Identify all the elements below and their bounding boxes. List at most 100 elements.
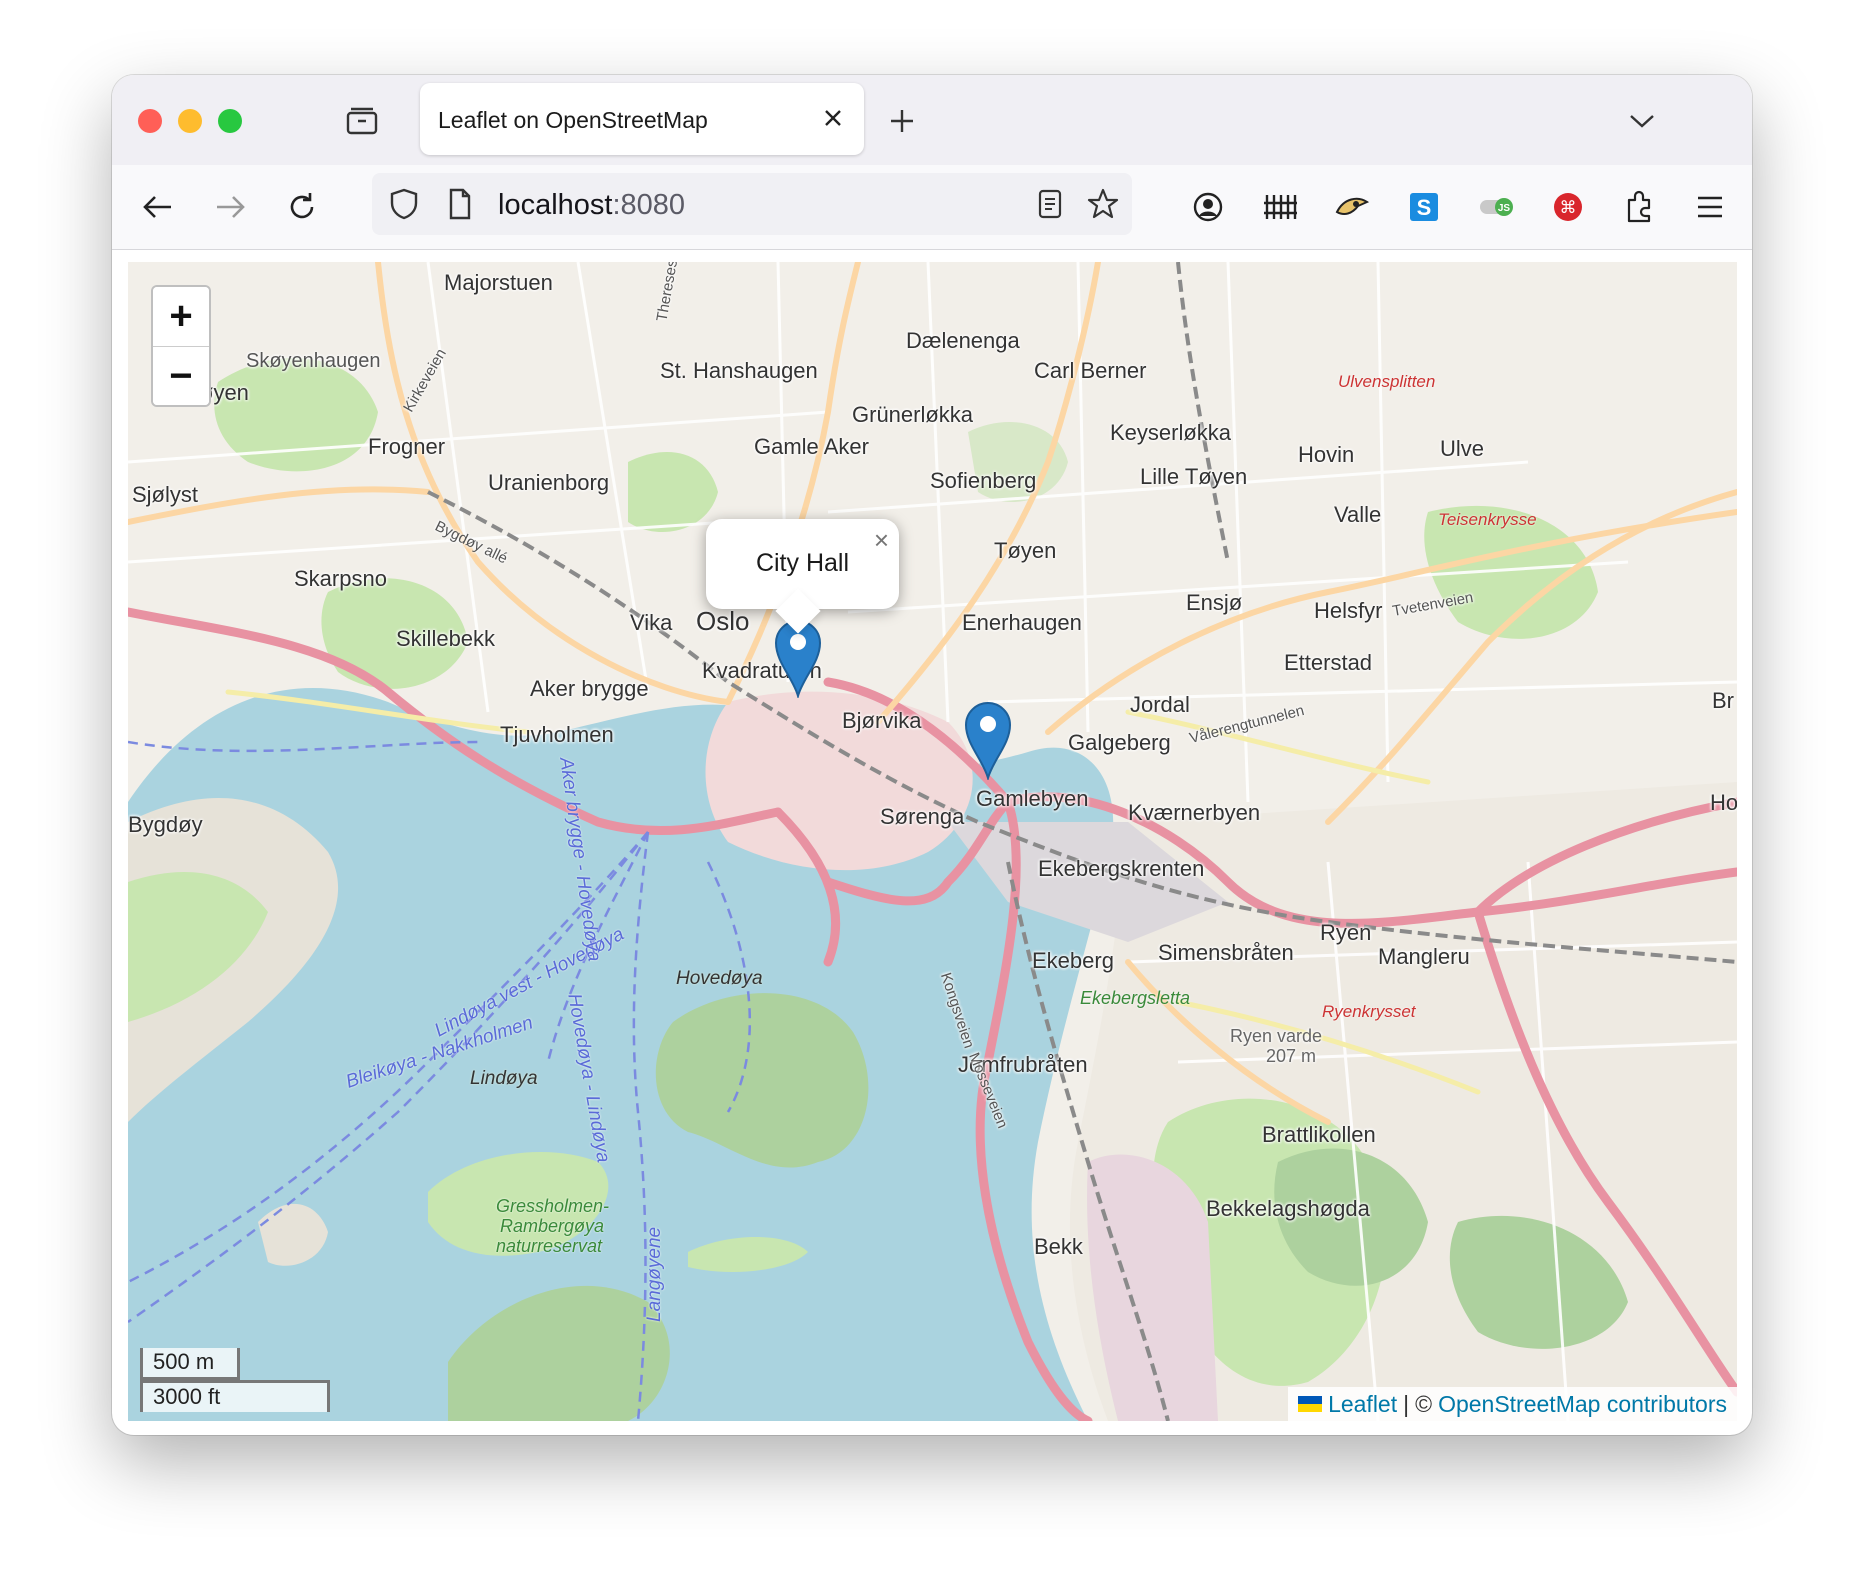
label-simensbraten: Simensbråten: [1158, 940, 1294, 965]
tab-close-icon[interactable]: [818, 103, 848, 133]
label-mangleru: Mangleru: [1378, 944, 1470, 969]
page-info-icon[interactable]: [442, 186, 478, 222]
attribution-control: Leaflet | © OpenStreetMap contributors: [1288, 1387, 1737, 1421]
extension-s-icon[interactable]: S: [1402, 185, 1446, 229]
label-majorstuen: Majorstuen: [444, 270, 553, 295]
minimize-window-button[interactable]: [178, 109, 202, 133]
extension-js-toggle-icon[interactable]: JS: [1474, 185, 1518, 229]
label-gamle-aker: Gamle Aker: [754, 434, 869, 459]
label-ferry-langoyene: Langøyene: [644, 1226, 665, 1322]
label-ekebergsletta: Ekebergsletta: [1080, 988, 1191, 1008]
label-hovin: Hovin: [1298, 442, 1355, 467]
scale-metric: 500 m: [140, 1348, 240, 1380]
label-lille-toyen: Lille Tøyen: [1140, 464, 1248, 489]
map-container[interactable]: Majorstuen Skøyenhaugen øyen Frogner Sjø…: [128, 262, 1737, 1421]
zoom-control: + −: [151, 285, 211, 407]
leaflet-link[interactable]: Leaflet: [1328, 1391, 1397, 1418]
label-ryen-varde-elevation: 207 m: [1266, 1046, 1317, 1066]
tab-active[interactable]: Leaflet on OpenStreetMap: [420, 83, 864, 155]
zoom-out-button[interactable]: −: [153, 346, 209, 405]
close-window-button[interactable]: [138, 109, 162, 133]
navigation-toolbar: localhost:8080 S JS ⌘: [112, 165, 1752, 250]
browser-window: Leaflet on OpenStreetMap localhost:8080 …: [112, 75, 1752, 1435]
ukraine-flag-icon: [1298, 1396, 1323, 1412]
label-naturreservat: naturreservat: [496, 1236, 603, 1256]
account-icon[interactable]: [1186, 185, 1230, 229]
svg-text:JS: JS: [1498, 203, 1511, 214]
label-ekebergskrenten: Ekebergskrenten: [1038, 856, 1205, 881]
back-arrow-icon[interactable]: [136, 185, 180, 229]
label-helsfyr: Helsfyr: [1314, 598, 1383, 623]
label-ulvensplitten: Ulvensplitten: [1338, 372, 1436, 391]
shield-icon[interactable]: [386, 186, 422, 222]
label-hovedoya: Hovedøya: [676, 968, 763, 989]
city-centre: [705, 691, 973, 871]
label-galgeberg: Galgeberg: [1068, 730, 1171, 755]
label-bjorvika: Bjørvika: [842, 708, 922, 733]
label-skillebekk: Skillebekk: [396, 626, 496, 651]
label-ekeberg: Ekeberg: [1032, 948, 1114, 973]
label-keyserlokka: Keyserløkka: [1110, 420, 1232, 445]
scale-imperial: 3000 ft: [140, 1380, 330, 1412]
tab-list-chevron-down-icon[interactable]: [1622, 101, 1662, 141]
title-bar: Leaflet on OpenStreetMap: [112, 75, 1752, 165]
library-icon[interactable]: [1258, 185, 1302, 229]
label-valle: Valle: [1334, 502, 1382, 527]
label-aker-brygge: Aker brygge: [530, 676, 649, 701]
label-skarpsno: Skarpsno: [294, 566, 387, 591]
popup-content: City Hall: [755, 549, 850, 577]
label-ryen: Ryen: [1320, 920, 1372, 945]
extension-command-icon[interactable]: ⌘: [1546, 185, 1590, 229]
label-sjolyst: Sjølyst: [132, 482, 198, 507]
hamburger-menu-icon[interactable]: [1688, 185, 1732, 229]
label-ensjo: Ensjø: [1186, 590, 1243, 615]
label-kvaernerbyen: Kværnerbyen: [1128, 800, 1261, 825]
label-uranienborg: Uranienborg: [488, 470, 610, 495]
label-ryenkrysset: Ryenkrysset: [1322, 1002, 1416, 1021]
label-gressholmen: Gressholmen-: [496, 1196, 610, 1216]
label-toyen: Tøyen: [994, 538, 1057, 563]
label-skoyenhaugen: Skøyenhaugen: [246, 350, 381, 372]
extensions-puzzle-icon[interactable]: [1618, 185, 1662, 229]
bookmark-star-icon[interactable]: [1084, 185, 1122, 223]
label-ho: Ho: [1710, 790, 1737, 815]
label-lindoya: Lindøya: [470, 1068, 538, 1089]
label-st-hanshaugen: St. Hanshaugen: [660, 358, 818, 383]
label-oslo: Oslo: [696, 606, 750, 636]
label-bekk: Bekk: [1034, 1234, 1083, 1259]
tab-title: Leaflet on OpenStreetMap: [438, 107, 708, 133]
popup-close-icon[interactable]: ×: [874, 527, 889, 553]
svg-text:⌘: ⌘: [1560, 198, 1577, 218]
reload-icon[interactable]: [280, 185, 324, 229]
label-sofienberg: Sofienberg: [930, 468, 1037, 493]
map-popup[interactable]: City Hall ×: [706, 519, 899, 634]
label-gamlebyen: Gamlebyen: [976, 786, 1089, 811]
scale-control: 500 m 3000 ft: [140, 1348, 330, 1412]
label-grunerlokka: Grünerløkka: [852, 402, 974, 427]
maximize-window-button[interactable]: [218, 109, 242, 133]
label-frogner: Frogner: [368, 434, 446, 459]
address-bar[interactable]: localhost:8080: [372, 173, 1132, 235]
url-text[interactable]: localhost:8080: [498, 189, 685, 222]
extension-icon[interactable]: [1330, 185, 1374, 229]
label-vika: Vika: [630, 610, 673, 635]
svg-text:S: S: [1417, 195, 1432, 220]
forward-arrow-icon[interactable]: [208, 185, 252, 229]
label-ulve: Ulve: [1440, 436, 1485, 461]
label-enerhaugen: Enerhaugen: [962, 610, 1082, 635]
url-port: :8080: [612, 189, 686, 221]
label-bekkelagshogda: Bekkelagshøgda: [1206, 1196, 1370, 1221]
tab-overview-icon[interactable]: [342, 101, 382, 141]
label-bygdoy: Bygdøy: [128, 812, 203, 837]
url-host: localhost: [498, 189, 613, 221]
map-marker-bjorvika[interactable]: [963, 698, 1013, 782]
label-teisenkrysset: Teisenkrysse: [1438, 510, 1537, 529]
label-carl-berner: Carl Berner: [1034, 358, 1147, 383]
osm-contributors-link[interactable]: OpenStreetMap contributors: [1438, 1391, 1727, 1418]
label-sorenga: Sørenga: [880, 804, 965, 829]
zoom-in-button[interactable]: +: [153, 287, 209, 346]
new-tab-icon[interactable]: [882, 101, 922, 141]
reader-view-icon[interactable]: [1032, 186, 1068, 222]
label-rambergoya: Rambergøya: [500, 1216, 605, 1236]
label-jordal: Jordal: [1130, 692, 1190, 717]
